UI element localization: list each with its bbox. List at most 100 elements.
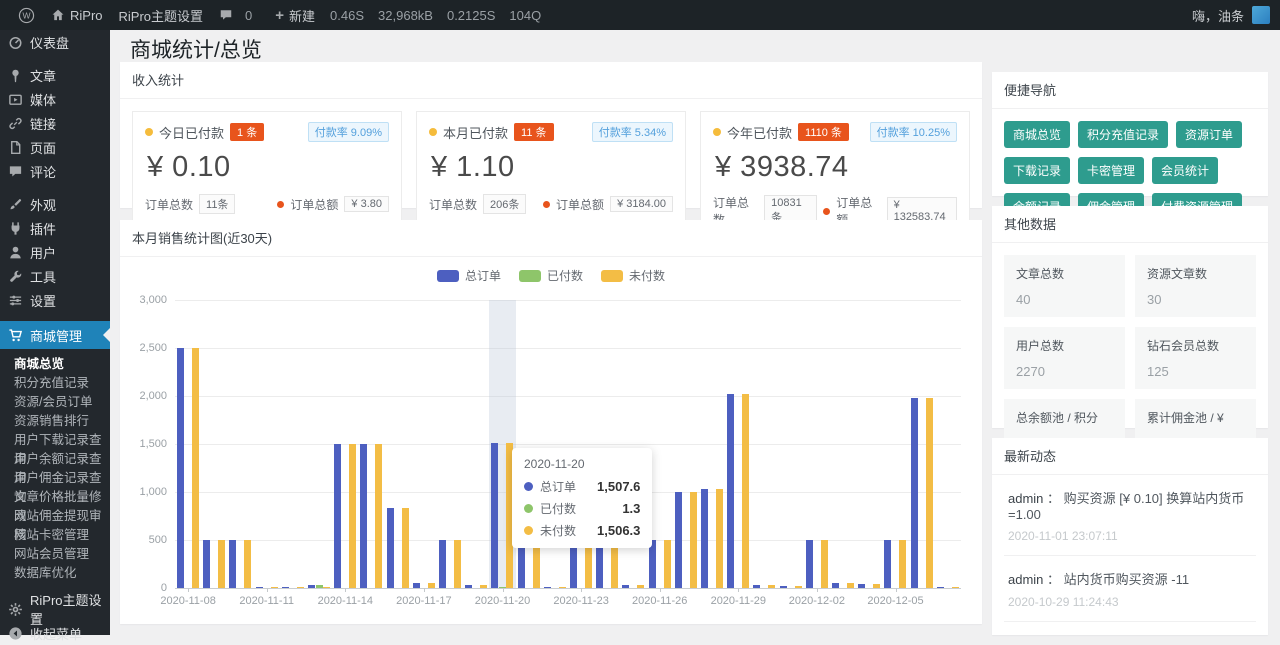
- legend-item-总订单[interactable]: 总订单: [437, 267, 501, 284]
- quick-nav-button[interactable]: 下载记录: [1004, 157, 1070, 184]
- bar-未付数[interactable]: [323, 587, 330, 588]
- sidebar-item-appearance[interactable]: 外观: [0, 192, 110, 216]
- bar-总订单[interactable]: [884, 540, 891, 588]
- bar-总订单[interactable]: [727, 394, 734, 588]
- bar-未付数[interactable]: [428, 583, 435, 588]
- wordpress-logo-icon[interactable]: W: [10, 0, 43, 30]
- bar-总订单[interactable]: [544, 587, 551, 588]
- bar-未付数[interactable]: [375, 444, 382, 588]
- bar-未付数[interactable]: [742, 394, 749, 588]
- quick-nav-button[interactable]: 积分充值记录: [1078, 121, 1168, 148]
- sidebar-item-tools[interactable]: 工具: [0, 264, 110, 288]
- submenu-item[interactable]: 资源/会员订单: [0, 393, 110, 412]
- bar-总订单[interactable]: [675, 492, 682, 588]
- quick-nav-button[interactable]: 卡密管理: [1078, 157, 1144, 184]
- comments-link[interactable]: 0: [211, 0, 267, 30]
- bar-未付数[interactable]: [795, 586, 802, 588]
- bar-总订单[interactable]: [439, 540, 446, 588]
- submenu-item[interactable]: 用户佣金记录查询: [0, 469, 110, 488]
- submenu-item[interactable]: 网站卡密管理: [0, 526, 110, 545]
- bar-group[interactable]: [358, 300, 384, 588]
- bar-总订单[interactable]: [465, 585, 472, 588]
- bar-未付数[interactable]: [349, 444, 356, 588]
- bar-group[interactable]: [882, 300, 908, 588]
- bar-总订单[interactable]: [622, 585, 629, 588]
- submenu-item[interactable]: 商城总览: [0, 355, 110, 374]
- bar-总订单[interactable]: [806, 540, 813, 588]
- bar-group[interactable]: [909, 300, 935, 588]
- bar-未付数[interactable]: [480, 585, 487, 588]
- bar-总订单[interactable]: [858, 584, 865, 588]
- bar-未付数[interactable]: [899, 540, 906, 588]
- avatar[interactable]: [1252, 6, 1270, 24]
- bar-未付数[interactable]: [244, 540, 251, 588]
- bar-已付数[interactable]: [316, 585, 323, 588]
- bar-未付数[interactable]: [559, 587, 566, 588]
- bar-未付数[interactable]: [768, 585, 775, 588]
- bar-总订单[interactable]: [334, 444, 341, 588]
- quick-nav-button[interactable]: 会员统计: [1152, 157, 1218, 184]
- bar-总订单[interactable]: [203, 540, 210, 588]
- sidebar-item-media[interactable]: 媒体: [0, 87, 110, 111]
- bar-总订单[interactable]: [911, 398, 918, 588]
- sidebar-item-users[interactable]: 用户: [0, 240, 110, 264]
- bar-group[interactable]: [254, 300, 280, 588]
- submenu-item[interactable]: 用户下载记录查询: [0, 431, 110, 450]
- sidebar-item-plugins[interactable]: 插件: [0, 216, 110, 240]
- bar-group[interactable]: [175, 300, 201, 588]
- bar-未付数[interactable]: [873, 584, 880, 588]
- bar-总订单[interactable]: [832, 583, 839, 588]
- sidebar-collapse-menu[interactable]: 收起菜单: [0, 621, 110, 645]
- bar-group[interactable]: [725, 300, 751, 588]
- bar-未付数[interactable]: [716, 489, 723, 588]
- submenu-item[interactable]: 文章价格批量修改: [0, 488, 110, 507]
- legend-item-未付数[interactable]: 未付数: [601, 267, 665, 284]
- sidebar-item-pages[interactable]: 页面: [0, 135, 110, 159]
- bar-总订单[interactable]: [229, 540, 236, 588]
- bar-group[interactable]: [306, 300, 332, 588]
- bar-group[interactable]: [280, 300, 306, 588]
- submenu-item[interactable]: 数据库优化: [0, 564, 110, 583]
- legend-item-已付数[interactable]: 已付数: [519, 267, 583, 284]
- submenu-item[interactable]: 网站佣金提现审核: [0, 507, 110, 526]
- site-home-link[interactable]: RiPro: [43, 0, 111, 30]
- sidebar-item-settings[interactable]: 设置: [0, 288, 110, 312]
- theme-settings-link[interactable]: RiPro主题设置: [111, 0, 212, 30]
- bar-group[interactable]: [699, 300, 725, 588]
- bar-未付数[interactable]: [690, 492, 697, 588]
- bar-group[interactable]: [935, 300, 961, 588]
- bar-group[interactable]: [673, 300, 699, 588]
- submenu-item[interactable]: 资源销售排行: [0, 412, 110, 431]
- sidebar-item-dashboard[interactable]: 仪表盘: [0, 30, 110, 54]
- sidebar-item-links[interactable]: 链接: [0, 111, 110, 135]
- bar-group[interactable]: [463, 300, 489, 588]
- quick-nav-button[interactable]: 商城总览: [1004, 121, 1070, 148]
- bar-总订单[interactable]: [308, 585, 315, 588]
- bar-总订单[interactable]: [387, 508, 394, 588]
- bar-总订单[interactable]: [282, 587, 289, 588]
- bar-总订单[interactable]: [177, 348, 184, 588]
- bar-group[interactable]: [385, 300, 411, 588]
- bar-未付数[interactable]: [664, 540, 671, 588]
- bar-未付数[interactable]: [821, 540, 828, 588]
- chart-plot[interactable]: 2020-11-20 总订单1,507.6已付数1.3未付数1,506.3 3,…: [175, 300, 961, 588]
- user-greeting[interactable]: 嗨，油条: [1192, 6, 1244, 25]
- bar-未付数[interactable]: [847, 583, 854, 588]
- submenu-item[interactable]: 积分充值记录: [0, 374, 110, 393]
- bar-未付数[interactable]: [402, 508, 409, 588]
- bar-未付数[interactable]: [952, 587, 959, 588]
- bar-group[interactable]: [437, 300, 463, 588]
- sidebar-item-theme-settings[interactable]: RiPro主题设置: [0, 597, 110, 621]
- submenu-item[interactable]: 用户余额记录查询: [0, 450, 110, 469]
- submenu-item[interactable]: 网站会员管理: [0, 545, 110, 564]
- bar-总订单[interactable]: [256, 587, 263, 588]
- bar-总订单[interactable]: [753, 585, 760, 588]
- bar-总订单[interactable]: [780, 586, 787, 588]
- bar-未付数[interactable]: [637, 585, 644, 588]
- bar-总订单[interactable]: [937, 587, 944, 588]
- bar-未付数[interactable]: [926, 398, 933, 588]
- bar-group[interactable]: [227, 300, 253, 588]
- bar-总订单[interactable]: [701, 489, 708, 588]
- bar-未付数[interactable]: [271, 587, 278, 588]
- new-content-button[interactable]: + 新建: [267, 0, 323, 30]
